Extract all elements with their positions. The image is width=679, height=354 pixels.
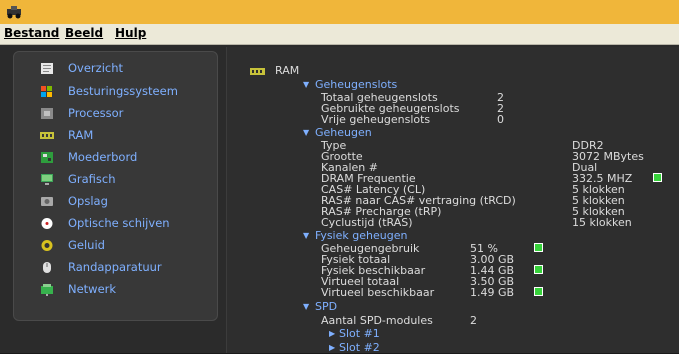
row-value: 0: [497, 113, 504, 126]
sidebar-item-label: Processor: [68, 106, 124, 120]
row-value: 2: [470, 314, 477, 327]
sidebar-item-label: Besturingssysteem: [68, 84, 178, 98]
title-bar: [0, 0, 679, 24]
status-indicator-icon: [534, 243, 543, 252]
row-label: Aantal SPD-modules: [321, 314, 433, 327]
sidebar-item-label: Randapparatuur: [68, 260, 162, 274]
main-area: Overzicht Besturingssysteem Processor RAM Mo…: [0, 45, 679, 353]
content-panel: RAM ▼ Geheugenslots Totaal geheugenslots…: [226, 47, 679, 353]
windows-icon: [41, 86, 52, 97]
menu-hulp[interactable]: Hulp: [115, 26, 146, 40]
menu-bar: Bestand Beeld Hulp: [0, 24, 679, 45]
sidebar-item-label: Opslag: [68, 194, 108, 208]
overview-icon: [41, 63, 53, 74]
row-label: Vrije geheugenslots: [321, 113, 431, 126]
menu-bestand[interactable]: Bestand: [4, 26, 59, 40]
section-header-physical[interactable]: Fysiek geheugen: [315, 230, 407, 241]
sidebar-item-label: Geluid: [68, 238, 105, 252]
status-indicator-icon: [534, 265, 543, 274]
spd-slot-2[interactable]: Slot #2: [339, 342, 380, 353]
disc-icon: [41, 218, 53, 229]
mouse-icon: [43, 262, 51, 273]
sidebar-item-label: Netwerk: [68, 282, 117, 296]
motherboard-icon: [41, 152, 53, 163]
page-title: RAM: [275, 64, 300, 77]
sidebar-item-label: Overzicht: [68, 61, 124, 75]
network-icon: [41, 284, 53, 296]
section-header-spd[interactable]: SPD: [315, 301, 337, 312]
sidebar-item-label: Moederbord: [68, 150, 138, 164]
processor-icon: [41, 108, 53, 119]
sidebar: Overzicht Besturingssysteem Processor RAM Mo…: [13, 51, 218, 321]
row-label: Cyclustijd (tRAS): [321, 216, 413, 229]
menu-beeld[interactable]: Beeld: [65, 26, 103, 40]
disk-icon: [41, 197, 53, 206]
sidebar-item-label: Optische schijven: [68, 216, 170, 230]
section-header-memory[interactable]: Geheugen: [315, 127, 372, 138]
sidebar-item-label: RAM: [68, 128, 94, 142]
status-indicator-icon: [534, 287, 543, 296]
status-indicator-icon: [653, 173, 662, 182]
ram-icon: [40, 132, 54, 139]
speaker-icon: [41, 240, 53, 251]
app-logo-icon: [7, 6, 21, 19]
row-label: Virtueel beschikbaar: [321, 286, 435, 299]
row-value: 1.49 GB: [470, 286, 515, 299]
expand-arrow-icon[interactable]: ▼: [303, 231, 309, 240]
spd-slot-1[interactable]: Slot #1: [339, 328, 380, 339]
expand-arrow-icon[interactable]: ▼: [303, 128, 309, 137]
collapsed-arrow-icon[interactable]: ▶: [329, 329, 335, 338]
sidebar-item-label: Grafisch: [68, 172, 116, 186]
expand-arrow-icon[interactable]: ▼: [303, 302, 309, 311]
row-value: 15 klokken: [572, 216, 632, 229]
expand-arrow-icon[interactable]: ▼: [303, 80, 309, 89]
section-header-slots[interactable]: Geheugenslots: [315, 79, 397, 90]
ram-icon: [250, 68, 265, 75]
collapsed-arrow-icon[interactable]: ▶: [329, 343, 335, 352]
monitor-icon: [41, 174, 53, 185]
